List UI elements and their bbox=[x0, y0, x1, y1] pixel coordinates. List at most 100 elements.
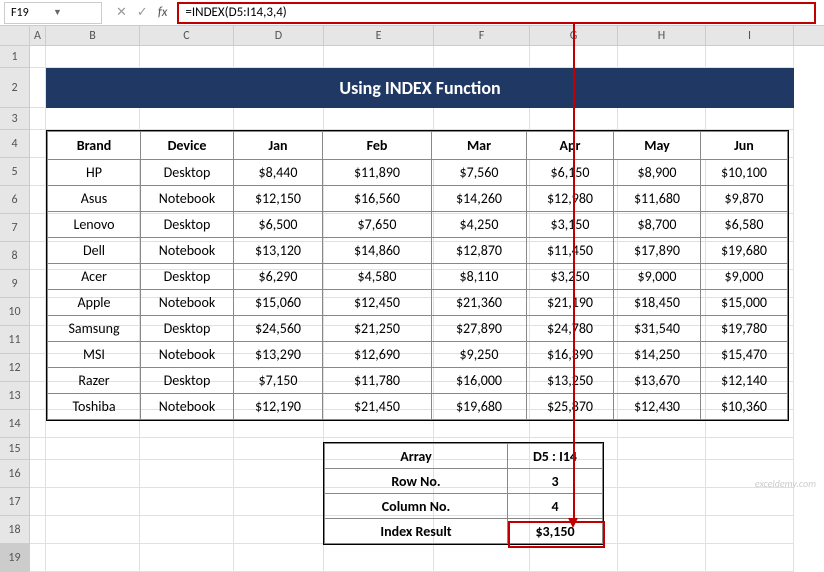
table-cell[interactable]: $6,580 bbox=[701, 212, 788, 238]
table-cell[interactable]: $9,000 bbox=[701, 264, 788, 290]
table-cell[interactable]: $8,440 bbox=[234, 160, 323, 186]
table-cell[interactable]: HP bbox=[48, 160, 141, 186]
table-cell[interactable]: Desktop bbox=[141, 316, 234, 342]
col-header-i[interactable]: I bbox=[706, 26, 794, 45]
row-header[interactable]: 11 bbox=[0, 326, 30, 354]
col-label[interactable]: Column No. bbox=[325, 494, 508, 519]
formula-input[interactable]: =INDEX(D5:I14,3,4) bbox=[177, 2, 816, 24]
table-cell[interactable]: $16,560 bbox=[323, 186, 432, 212]
table-cell[interactable]: $7,560 bbox=[432, 160, 527, 186]
row-header[interactable]: 6 bbox=[0, 186, 30, 214]
table-cell[interactable]: $19,680 bbox=[432, 394, 527, 420]
table-cell[interactable]: Notebook bbox=[141, 394, 234, 420]
table-cell[interactable]: Apple bbox=[48, 290, 141, 316]
table-cell[interactable]: $17,890 bbox=[614, 238, 701, 264]
table-cell[interactable]: $14,260 bbox=[432, 186, 527, 212]
row-header[interactable]: 2 bbox=[0, 68, 30, 108]
table-cell[interactable]: $11,450 bbox=[527, 238, 614, 264]
table-cell[interactable]: $13,290 bbox=[234, 342, 323, 368]
table-cell[interactable]: $8,110 bbox=[432, 264, 527, 290]
table-cell[interactable]: Acer bbox=[48, 264, 141, 290]
header-jun[interactable]: Jun bbox=[701, 132, 788, 160]
table-cell[interactable]: $27,890 bbox=[432, 316, 527, 342]
chevron-down-icon[interactable]: ▼ bbox=[53, 7, 95, 18]
row-header-selected[interactable]: 19 bbox=[0, 544, 30, 572]
table-cell[interactable]: $8,900 bbox=[614, 160, 701, 186]
table-cell[interactable]: $10,360 bbox=[701, 394, 788, 420]
header-mar[interactable]: Mar bbox=[432, 132, 527, 160]
header-device[interactable]: Device bbox=[141, 132, 234, 160]
header-may[interactable]: May bbox=[614, 132, 701, 160]
header-apr[interactable]: Apr bbox=[527, 132, 614, 160]
row-header[interactable]: 10 bbox=[0, 298, 30, 326]
row-header[interactable]: 8 bbox=[0, 242, 30, 270]
table-cell[interactable]: $9,870 bbox=[701, 186, 788, 212]
table-cell[interactable]: Razer bbox=[48, 368, 141, 394]
row-header[interactable]: 1 bbox=[0, 46, 30, 68]
table-cell[interactable]: $13,120 bbox=[234, 238, 323, 264]
row-header[interactable]: 9 bbox=[0, 270, 30, 298]
table-cell[interactable]: Desktop bbox=[141, 368, 234, 394]
select-all-corner[interactable] bbox=[0, 26, 30, 45]
table-cell[interactable]: $3,250 bbox=[527, 264, 614, 290]
row-header[interactable]: 13 bbox=[0, 382, 30, 410]
header-brand[interactable]: Brand bbox=[48, 132, 141, 160]
header-feb[interactable]: Feb bbox=[323, 132, 432, 160]
table-cell[interactable]: $12,870 bbox=[432, 238, 527, 264]
row-header[interactable]: 16 bbox=[0, 460, 30, 488]
table-cell[interactable]: $4,580 bbox=[323, 264, 432, 290]
table-cell[interactable]: $24,560 bbox=[234, 316, 323, 342]
row-header[interactable]: 5 bbox=[0, 158, 30, 186]
table-cell[interactable]: $14,860 bbox=[323, 238, 432, 264]
table-cell[interactable]: Notebook bbox=[141, 290, 234, 316]
cell-area[interactable]: Using INDEX Function Brand Device Jan Fe… bbox=[30, 46, 824, 572]
table-cell[interactable]: $31,540 bbox=[614, 316, 701, 342]
table-cell[interactable]: $12,190 bbox=[234, 394, 323, 420]
col-header-e[interactable]: E bbox=[324, 26, 434, 45]
table-cell[interactable]: $12,140 bbox=[701, 368, 788, 394]
row-header[interactable]: 12 bbox=[0, 354, 30, 382]
row-label[interactable]: Row No. bbox=[325, 469, 508, 494]
table-cell[interactable]: Desktop bbox=[141, 264, 234, 290]
col-header-f[interactable]: F bbox=[434, 26, 530, 45]
table-cell[interactable]: Lenovo bbox=[48, 212, 141, 238]
table-cell[interactable]: $11,780 bbox=[323, 368, 432, 394]
result-label[interactable]: Index Result bbox=[325, 519, 508, 544]
col-header-g[interactable]: G bbox=[530, 26, 618, 45]
row-header[interactable]: 14 bbox=[0, 410, 30, 438]
table-cell[interactable]: $21,450 bbox=[323, 394, 432, 420]
table-cell[interactable]: Dell bbox=[48, 238, 141, 264]
table-cell[interactable]: $12,430 bbox=[614, 394, 701, 420]
table-cell[interactable]: Notebook bbox=[141, 238, 234, 264]
row-header[interactable]: 18 bbox=[0, 516, 30, 544]
table-cell[interactable]: $16,000 bbox=[432, 368, 527, 394]
table-cell[interactable]: $15,470 bbox=[701, 342, 788, 368]
table-cell[interactable]: MSI bbox=[48, 342, 141, 368]
table-cell[interactable]: $3,150 bbox=[527, 212, 614, 238]
table-cell[interactable]: $15,060 bbox=[234, 290, 323, 316]
table-cell[interactable]: Notebook bbox=[141, 186, 234, 212]
table-cell[interactable]: Asus bbox=[48, 186, 141, 212]
table-cell[interactable]: $25,870 bbox=[527, 394, 614, 420]
row-header[interactable]: 4 bbox=[0, 130, 30, 158]
table-cell[interactable]: Desktop bbox=[141, 212, 234, 238]
table-cell[interactable]: $11,890 bbox=[323, 160, 432, 186]
row-header[interactable]: 7 bbox=[0, 214, 30, 242]
table-cell[interactable]: $4,250 bbox=[432, 212, 527, 238]
row-header[interactable]: 17 bbox=[0, 488, 30, 516]
row-header[interactable]: 3 bbox=[0, 108, 30, 130]
table-cell[interactable]: $12,450 bbox=[323, 290, 432, 316]
table-cell[interactable]: $16,390 bbox=[527, 342, 614, 368]
table-cell[interactable]: $6,500 bbox=[234, 212, 323, 238]
table-cell[interactable]: $12,980 bbox=[527, 186, 614, 212]
col-header-a[interactable]: A bbox=[30, 26, 46, 45]
confirm-icon[interactable]: ✓ bbox=[137, 5, 148, 20]
table-cell[interactable]: $15,000 bbox=[701, 290, 788, 316]
col-value[interactable]: 4 bbox=[508, 494, 603, 519]
row-header[interactable]: 15 bbox=[0, 438, 30, 460]
table-cell[interactable]: Samsung bbox=[48, 316, 141, 342]
table-cell[interactable]: $21,250 bbox=[323, 316, 432, 342]
table-cell[interactable]: $10,100 bbox=[701, 160, 788, 186]
table-cell[interactable]: $21,190 bbox=[527, 290, 614, 316]
table-cell[interactable]: Notebook bbox=[141, 342, 234, 368]
